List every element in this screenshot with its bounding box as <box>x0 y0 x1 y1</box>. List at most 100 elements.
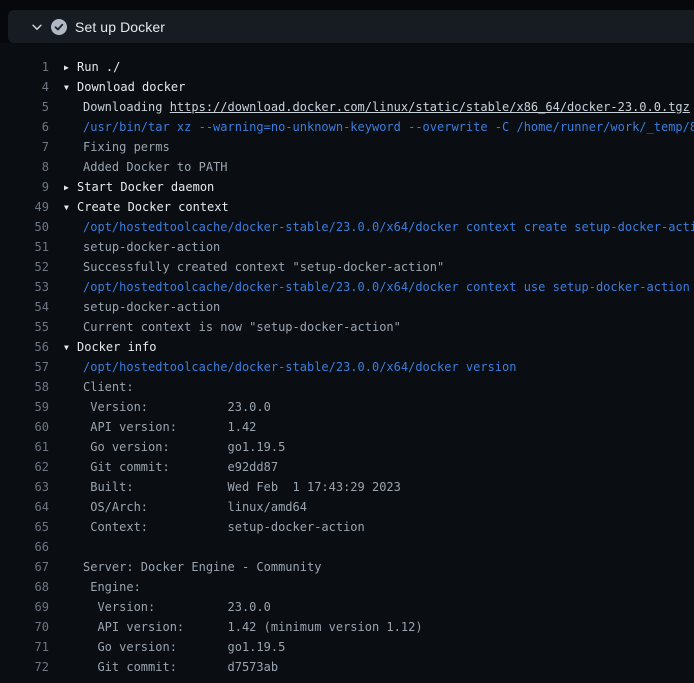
triangle-right-icon: ▶ <box>64 58 77 77</box>
log-text: Added Docker to PATH <box>83 160 228 174</box>
line-content: /usr/bin/tar xz --warning=no-unknown-key… <box>49 117 694 137</box>
line-number[interactable]: 56 <box>0 337 49 357</box>
log-lines: 1▶Run ./4▼Download docker5Downloading ht… <box>0 57 694 677</box>
line-content: /opt/hostedtoolcache/docker-stable/23.0.… <box>49 217 694 237</box>
line-number[interactable]: 64 <box>0 497 49 517</box>
line-content: Current context is now "setup-docker-act… <box>49 317 694 337</box>
line-number[interactable]: 59 <box>0 397 49 417</box>
log-row: 52 Successfully created context "setup-do… <box>0 257 694 277</box>
log-row: 51 setup-docker-action <box>0 237 694 257</box>
log-row: 54 setup-docker-action <box>0 297 694 317</box>
chevron-down-icon[interactable] <box>30 20 44 34</box>
line-number[interactable]: 4 <box>0 77 49 97</box>
line-content: Context: setup-docker-action <box>49 517 694 537</box>
line-number[interactable]: 70 <box>0 617 49 637</box>
log-text: Client: <box>83 380 134 394</box>
log-row: 6/usr/bin/tar xz --warning=no-unknown-ke… <box>0 117 694 137</box>
line-content <box>49 537 694 557</box>
log-row: 65 Context: setup-docker-action <box>0 517 694 537</box>
line-number[interactable]: 66 <box>0 537 49 557</box>
line-number[interactable]: 9 <box>0 177 49 197</box>
step-header[interactable]: Set up Docker <box>8 10 694 43</box>
line-number[interactable]: 7 <box>0 137 49 157</box>
log-link[interactable]: https://download.docker.com/linux/static… <box>170 100 690 114</box>
line-number[interactable]: 68 <box>0 577 49 597</box>
log-text: Successfully created context "setup-dock… <box>83 260 444 274</box>
line-content: API version: 1.42 (minimum version 1.12) <box>49 617 694 637</box>
log-row: 71 Go version: go1.19.5 <box>0 637 694 657</box>
log-text: setup-docker-action <box>83 240 220 254</box>
line-content: OS/Arch: linux/amd64 <box>49 497 694 517</box>
line-number[interactable]: 58 <box>0 377 49 397</box>
line-number[interactable]: 65 <box>0 517 49 537</box>
log-row: 64 OS/Arch: linux/amd64 <box>0 497 694 517</box>
check-circle-icon <box>51 19 67 35</box>
log-group-row[interactable]: 49▼Create Docker context <box>0 197 694 217</box>
line-content: Git commit: e92dd87 <box>49 457 694 477</box>
line-number[interactable]: 63 <box>0 477 49 497</box>
line-number[interactable]: 69 <box>0 597 49 617</box>
log-row: 60 API version: 1.42 <box>0 417 694 437</box>
line-content: Fixing perms <box>49 137 694 157</box>
line-content: ▼Download docker <box>49 77 694 97</box>
log-row: 59 Version: 23.0.0 <box>0 397 694 417</box>
line-number[interactable]: 5 <box>0 97 49 117</box>
line-content: API version: 1.42 <box>49 417 694 437</box>
line-number[interactable]: 8 <box>0 157 49 177</box>
triangle-down-icon: ▼ <box>64 198 77 217</box>
log-text: Git commit: d7573ab <box>83 660 278 674</box>
line-number[interactable]: 67 <box>0 557 49 577</box>
log-row: 8 Added Docker to PATH <box>0 157 694 177</box>
line-number[interactable]: 53 <box>0 277 49 297</box>
line-content: Go version: go1.19.5 <box>49 637 694 657</box>
log-text: Git commit: e92dd87 <box>83 460 278 474</box>
log-text: Go version: go1.19.5 <box>83 440 285 454</box>
log-text: Current context is now "setup-docker-act… <box>83 320 401 334</box>
log-area: 1▶Run ./4▼Download docker5Downloading ht… <box>0 43 694 683</box>
log-text: API version: 1.42 (minimum version 1.12) <box>83 620 423 634</box>
triangle-down-icon: ▼ <box>64 338 77 357</box>
line-content: ▼Docker info <box>49 337 694 357</box>
log-group-row[interactable]: 4▼Download docker <box>0 77 694 97</box>
triangle-right-icon: ▶ <box>64 178 77 197</box>
log-group-row[interactable]: 1▶Run ./ <box>0 57 694 77</box>
line-number[interactable]: 72 <box>0 657 49 677</box>
log-text: OS/Arch: linux/amd64 <box>83 500 307 514</box>
line-content: Successfully created context "setup-dock… <box>49 257 694 277</box>
triangle-down-icon: ▼ <box>64 78 77 97</box>
log-text: Version: 23.0.0 <box>83 600 271 614</box>
log-text: Engine: <box>83 580 141 594</box>
line-number[interactable]: 52 <box>0 257 49 277</box>
line-number[interactable]: 62 <box>0 457 49 477</box>
log-text: /opt/hostedtoolcache/docker-stable/23.0.… <box>83 280 690 294</box>
log-text: /usr/bin/tar xz --warning=no-unknown-key… <box>83 120 694 134</box>
log-group-row[interactable]: 9▶Start Docker daemon <box>0 177 694 197</box>
line-content: Built: Wed Feb 1 17:43:29 2023 <box>49 477 694 497</box>
group-title: Start Docker daemon <box>77 180 214 194</box>
line-content: Downloading https://download.docker.com/… <box>49 97 694 117</box>
log-row: 69 Version: 23.0.0 <box>0 597 694 617</box>
line-number[interactable]: 55 <box>0 317 49 337</box>
line-number[interactable]: 50 <box>0 217 49 237</box>
line-number[interactable]: 54 <box>0 297 49 317</box>
log-text: Fixing perms <box>83 140 170 154</box>
line-number[interactable]: 51 <box>0 237 49 257</box>
line-content: ▶Start Docker daemon <box>49 177 694 197</box>
line-number[interactable]: 60 <box>0 417 49 437</box>
log-text: Go version: go1.19.5 <box>83 640 285 654</box>
line-number[interactable]: 6 <box>0 117 49 137</box>
line-content: /opt/hostedtoolcache/docker-stable/23.0.… <box>49 357 694 377</box>
log-row: 72 Git commit: d7573ab <box>0 657 694 677</box>
line-content: Engine: <box>49 577 694 597</box>
log-text: Context: setup-docker-action <box>83 520 365 534</box>
line-number[interactable]: 61 <box>0 437 49 457</box>
line-number[interactable]: 1 <box>0 57 49 77</box>
log-text: Downloading <box>83 100 170 114</box>
line-number[interactable]: 49 <box>0 197 49 217</box>
log-group-row[interactable]: 56▼Docker info <box>0 337 694 357</box>
log-text: setup-docker-action <box>83 300 220 314</box>
line-number[interactable]: 71 <box>0 637 49 657</box>
log-text: /opt/hostedtoolcache/docker-stable/23.0.… <box>83 220 694 234</box>
line-number[interactable]: 57 <box>0 357 49 377</box>
log-row: 7 Fixing perms <box>0 137 694 157</box>
